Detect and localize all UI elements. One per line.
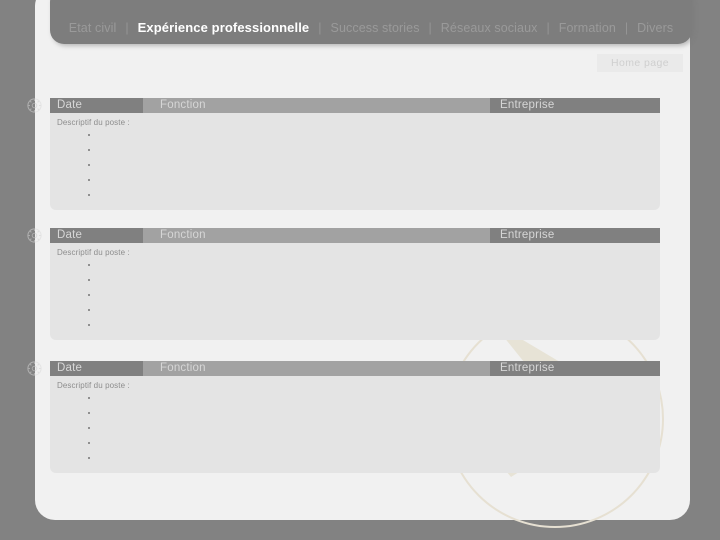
bullet-dot-icon xyxy=(88,427,90,430)
bullet-dot-icon xyxy=(88,164,90,167)
column-date: Date xyxy=(50,98,143,113)
bullet-dot-icon xyxy=(88,457,90,460)
list-item xyxy=(88,288,90,303)
list-item xyxy=(88,406,90,421)
nav-item-reseaux-sociaux[interactable]: Réseaux sociaux xyxy=(432,17,547,39)
bullet-dot-icon xyxy=(88,194,90,197)
column-date-label: Date xyxy=(57,229,83,241)
nav-item-experience-professionnelle[interactable]: Expérience professionnelle xyxy=(129,17,319,39)
column-date: Date xyxy=(50,228,143,243)
column-entreprise: Entreprise xyxy=(490,361,660,376)
bullet-dot-icon xyxy=(88,324,90,327)
list-item xyxy=(88,173,90,188)
list-item xyxy=(88,451,90,466)
column-entreprise: Entreprise xyxy=(490,98,660,113)
bullet-dot-icon xyxy=(88,264,90,267)
experience-block: Date Fonction Entreprise Descriptif du p… xyxy=(27,98,660,210)
column-fonction-label: Fonction xyxy=(160,99,206,111)
description-label: Descriptif du poste : xyxy=(57,248,130,257)
nav-item-divers[interactable]: Divers xyxy=(628,17,682,39)
column-date-label: Date xyxy=(57,99,83,111)
description-bullet-list xyxy=(88,128,90,203)
list-item xyxy=(88,143,90,158)
slide-canvas: Etat civil | Expérience professionnelle … xyxy=(0,0,720,540)
experience-block-body: Date Fonction Entreprise Descriptif du p… xyxy=(27,228,660,340)
nav-items-container: Etat civil | Expérience professionnelle … xyxy=(50,17,692,39)
column-entreprise-label: Entreprise xyxy=(500,362,555,374)
list-item xyxy=(88,303,90,318)
gear-icon[interactable] xyxy=(27,361,42,376)
list-item xyxy=(88,258,90,273)
bullet-dot-icon xyxy=(88,309,90,312)
experience-block: Date Fonction Entreprise Descriptif du p… xyxy=(27,228,660,340)
bullet-dot-icon xyxy=(88,179,90,182)
experience-header-row: Date Fonction Entreprise xyxy=(50,228,660,243)
column-date-label: Date xyxy=(57,362,83,374)
column-entreprise-label: Entreprise xyxy=(500,99,555,111)
list-item xyxy=(88,188,90,203)
description-label: Descriptif du poste : xyxy=(57,118,130,127)
description-bullet-list xyxy=(88,391,90,466)
column-fonction: Fonction xyxy=(143,228,490,243)
experience-block-body: Date Fonction Entreprise Descriptif du p… xyxy=(27,98,660,210)
list-item xyxy=(88,318,90,333)
experience-header-row: Date Fonction Entreprise xyxy=(50,98,660,113)
home-page-button[interactable]: Home page xyxy=(597,54,683,72)
list-item xyxy=(88,128,90,143)
list-item xyxy=(88,158,90,173)
bullet-dot-icon xyxy=(88,279,90,282)
experience-block: Date Fonction Entreprise Descriptif du p… xyxy=(27,361,660,473)
column-fonction: Fonction xyxy=(143,361,490,376)
bullet-dot-icon xyxy=(88,134,90,137)
bullet-dot-icon xyxy=(88,149,90,152)
description-label: Descriptif du poste : xyxy=(57,381,130,390)
bullet-dot-icon xyxy=(88,294,90,297)
column-entreprise: Entreprise xyxy=(490,228,660,243)
main-navigation: Etat civil | Expérience professionnelle … xyxy=(50,0,692,44)
bullet-dot-icon xyxy=(88,412,90,415)
gear-icon[interactable] xyxy=(27,228,42,243)
column-date: Date xyxy=(50,361,143,376)
nav-item-success-stories[interactable]: Success stories xyxy=(322,17,429,39)
column-fonction-label: Fonction xyxy=(160,362,206,374)
column-entreprise-label: Entreprise xyxy=(500,229,555,241)
experience-block-body: Date Fonction Entreprise Descriptif du p… xyxy=(27,361,660,473)
nav-item-etat-civil[interactable]: Etat civil xyxy=(60,17,126,39)
bullet-dot-icon xyxy=(88,397,90,400)
description-bullet-list xyxy=(88,258,90,333)
experience-header-row: Date Fonction Entreprise xyxy=(50,361,660,376)
gear-icon[interactable] xyxy=(27,98,42,113)
column-fonction-label: Fonction xyxy=(160,229,206,241)
list-item xyxy=(88,391,90,406)
bullet-dot-icon xyxy=(88,442,90,445)
list-item xyxy=(88,436,90,451)
list-item xyxy=(88,273,90,288)
nav-item-formation[interactable]: Formation xyxy=(550,17,625,39)
list-item xyxy=(88,421,90,436)
column-fonction: Fonction xyxy=(143,98,490,113)
home-page-button-label: Home page xyxy=(611,57,669,69)
